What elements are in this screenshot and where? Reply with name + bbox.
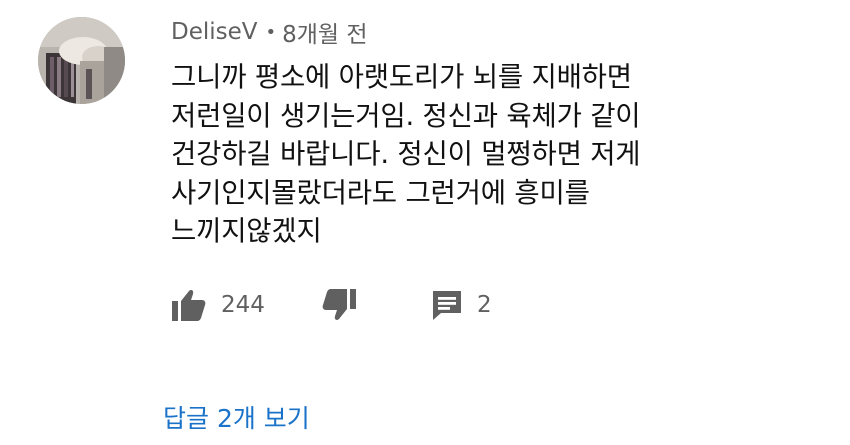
comment-line: 건강하길 바랍니다. 정신이 멀쩡하면 저게 [171,138,641,170]
comment-header: DeliseV • 8개월 전 [171,15,368,49]
comment-text: 그니까 평소에 아랫도리가 뇌를 지배하면 저런일이 생기는거임. 정신과 육체… [171,58,811,251]
comment-time[interactable]: 8개월 전 [282,15,367,49]
reply-count: 2 [477,292,492,318]
comment-line: 그니까 평소에 아랫도리가 뇌를 지배하면 [171,61,632,93]
thumbs-up-icon[interactable] [171,288,207,322]
separator-dot: • [265,21,277,43]
comment-actions: 244 2 [171,284,492,326]
dislike-action [321,288,431,322]
thumbs-down-icon[interactable] [321,288,357,322]
comment-item: DeliseV • 8개월 전 그니까 평소에 아랫도리가 뇌를 지배하면 저런… [0,0,850,445]
reply-action: 2 [431,289,492,321]
avatar[interactable] [38,17,125,104]
author-name[interactable]: DeliseV [171,19,258,45]
comment-line: 사기인지몰랐더라도 그런거에 흥미를 [171,176,590,209]
avatar-image [38,17,125,104]
like-action: 244 [171,288,321,322]
comment-line: 느끼지않겠지 [171,215,322,247]
comment-line: 저런일이 생기는거임. 정신과 육체가 같이 [171,99,641,132]
like-count: 244 [221,292,265,318]
view-replies-button[interactable]: 답글 2개 보기 [163,399,310,435]
comment-icon[interactable] [431,289,463,321]
